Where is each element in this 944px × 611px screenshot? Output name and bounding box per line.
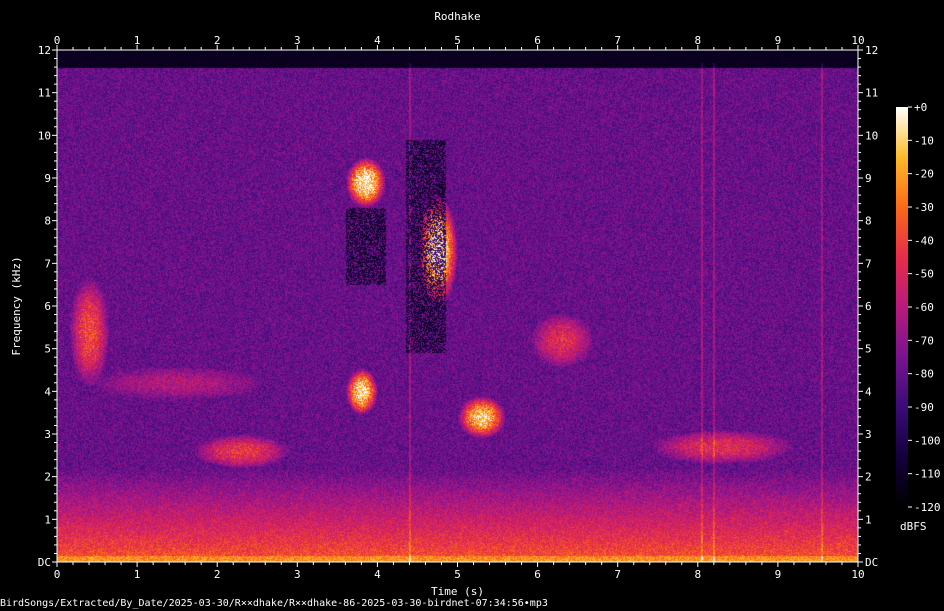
- colorbar-tick-label: -20: [914, 168, 934, 181]
- y-axis-right: DC123456789101112: [858, 44, 878, 569]
- y-tick-label: 3: [44, 428, 51, 441]
- y-tick-label: 9: [865, 172, 872, 185]
- y-tick-label: 5: [44, 343, 51, 356]
- y-tick-label: 11: [865, 87, 878, 100]
- x-tick-label: 1: [134, 568, 141, 581]
- colorbar-tick-label: -120: [914, 501, 941, 514]
- colorbar-tick-label: -60: [914, 301, 934, 314]
- x-tick-label: 8: [694, 568, 701, 581]
- y-tick-label: 8: [865, 215, 872, 228]
- x-tick-label: 5: [454, 34, 461, 47]
- colorbar-tick-label: -70: [914, 334, 934, 347]
- colorbar-scale: [896, 107, 908, 507]
- x-tick-label: 1: [134, 34, 141, 47]
- colorbar-tick-label: -50: [914, 268, 934, 281]
- spectrogram-chart: 0 1 2 3 4 5 6 7 8 9 10 0 1 2 3 4 5 6 7 8 9 10 DC123456789101…: [10, 10, 941, 598]
- plot-area: [56, 49, 859, 563]
- y-tick-label: 4: [44, 385, 51, 398]
- y-tick-label: 4: [865, 385, 872, 398]
- x-tick-label: 8: [694, 34, 701, 47]
- y-tick-label: 2: [44, 471, 51, 484]
- x-tick-label: 9: [775, 568, 782, 581]
- colorbar-tick-label: -40: [914, 234, 934, 247]
- y-tick-label: DC: [38, 556, 51, 569]
- y-tick-label: 9: [44, 172, 51, 185]
- x-tick-label: 6: [534, 34, 541, 47]
- x-axis-top: 0 1 2 3 4 5 6 7 8 9 10: [54, 34, 865, 50]
- x-tick-label: 3: [294, 568, 301, 581]
- y-tick-label: 1: [44, 513, 51, 526]
- x-tick-label: 4: [374, 568, 381, 581]
- y-tick-label: 10: [865, 129, 878, 142]
- colorbar-tick-label: -90: [914, 401, 934, 414]
- y-tick-label: 7: [44, 257, 51, 270]
- x-tick-label: 7: [614, 568, 621, 581]
- x-axis-label: Time (s): [431, 585, 484, 598]
- chart-title: Rodhake: [434, 10, 480, 23]
- y-tick-label: 8: [44, 215, 51, 228]
- y-tick-label: 1: [865, 513, 872, 526]
- x-tick-label: 5: [454, 568, 461, 581]
- colorbar-tick-label: -100: [914, 434, 941, 447]
- y-axis-label: Frequency (kHz): [10, 256, 23, 355]
- y-tick-label: 6: [865, 300, 872, 313]
- colorbar-label: dBFS: [900, 520, 927, 533]
- colorbar-tick-label: -30: [914, 201, 934, 214]
- x-tick-label: 10: [851, 568, 864, 581]
- y-axis-left: DC123456789101112: [38, 44, 57, 569]
- file-path: BirdSongs/Extracted/By_Date/2025-03-30/R…: [0, 598, 548, 609]
- x-tick-label: 4: [374, 34, 381, 47]
- x-tick-label: 7: [614, 34, 621, 47]
- y-tick-label: 5: [865, 343, 872, 356]
- y-tick-label: 12: [865, 44, 878, 57]
- y-tick-label: 10: [38, 129, 51, 142]
- x-tick-label: 3: [294, 34, 301, 47]
- colorbar: +0 -10 -20 -30 -40 -50 -60 -70 -80 -90 -100 -110 -12…: [896, 101, 941, 533]
- colorbar-tick-label: -80: [914, 368, 934, 381]
- y-tick-label: DC: [865, 556, 878, 569]
- colorbar-tick-label: -10: [914, 134, 934, 147]
- x-tick-label: 0: [54, 568, 61, 581]
- colorbar-tick-label: +0: [914, 101, 927, 114]
- y-tick-label: 2: [865, 471, 872, 484]
- x-tick-label: 10: [851, 34, 864, 47]
- x-tick-label: 6: [534, 568, 541, 581]
- x-axis-bottom: 0 1 2 3 4 5 6 7 8 9 10: [54, 562, 865, 581]
- y-tick-label: 3: [865, 428, 872, 441]
- y-tick-label: 12: [38, 44, 51, 57]
- x-tick-label: 2: [214, 34, 221, 47]
- y-tick-label: 7: [865, 257, 872, 270]
- spectrogram-image: [57, 50, 858, 562]
- y-tick-label: 11: [38, 87, 51, 100]
- x-tick-label: 2: [214, 568, 221, 581]
- x-tick-label: 9: [775, 34, 782, 47]
- y-tick-label: 6: [44, 300, 51, 313]
- colorbar-tick-label: -110: [914, 468, 941, 481]
- x-tick-label: 0: [54, 34, 61, 47]
- colorbar-ticks: +0 -10 -20 -30 -40 -50 -60 -70 -80 -90 -100 -110 -12…: [908, 101, 941, 514]
